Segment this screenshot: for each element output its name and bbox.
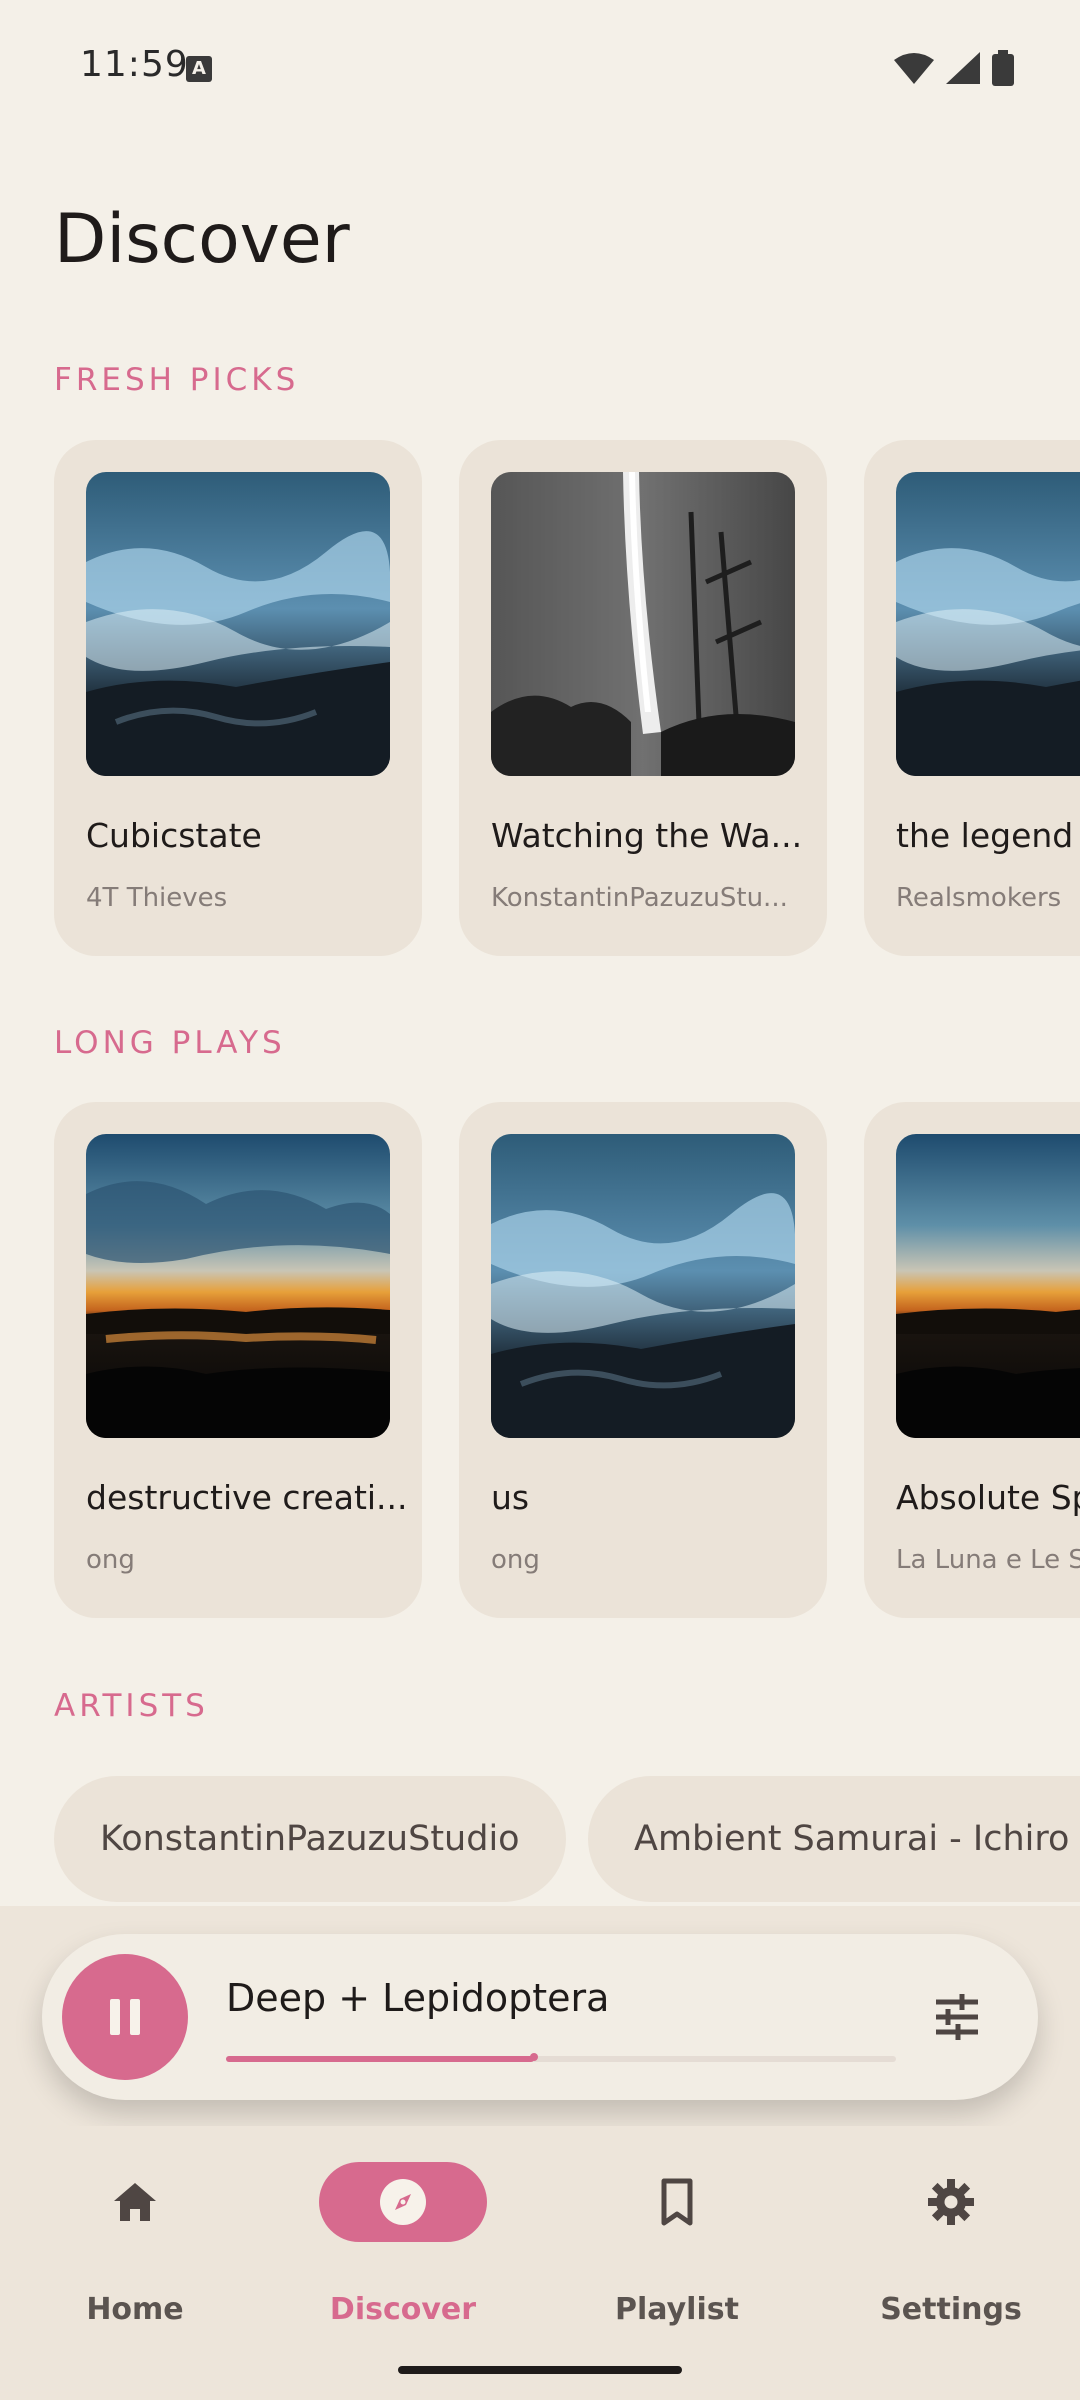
- album-artist: KonstantinPazuzuStu...: [491, 883, 788, 913]
- album-artist: Realsmokers: [896, 883, 1062, 913]
- mini-player[interactable]: Deep + Lepidoptera: [42, 1934, 1038, 2100]
- album-card[interactable]: Cubicstate 4T Thieves: [54, 440, 422, 956]
- progress-bar[interactable]: [226, 2053, 896, 2062]
- nav-item-settings[interactable]: Settings: [816, 2162, 1080, 2327]
- album-art: [86, 472, 390, 776]
- pause-button[interactable]: [62, 1954, 188, 2080]
- album-title: Absolute Sp: [896, 1478, 1080, 1517]
- nav-item-discover[interactable]: Discover: [268, 2162, 538, 2327]
- album-art: [491, 1134, 795, 1438]
- album-card[interactable]: the legend Realsmokers: [864, 440, 1080, 956]
- album-title: Cubicstate: [86, 816, 262, 855]
- fresh-picks-carousel[interactable]: Cubicstate 4T Thieves Watching the Wa...…: [54, 440, 1080, 956]
- home-icon: [114, 2183, 156, 2221]
- section-label-fresh-picks: FRESH PICKS: [54, 362, 300, 398]
- bottom-navigation: Home Discover Playlist Settings: [0, 2126, 1080, 2400]
- pause-icon: [110, 1999, 120, 2035]
- album-art: [86, 1134, 390, 1438]
- album-artist: 4T Thieves: [86, 883, 228, 913]
- section-label-artists: ARTISTS: [54, 1688, 209, 1724]
- album-title: destructive creati...: [86, 1478, 406, 1517]
- compass-icon: [380, 2179, 426, 2225]
- long-plays-carousel[interactable]: destructive creati... ong us ong Absolut…: [54, 1102, 1080, 1618]
- album-card[interactable]: Absolute Sp La Luna e Le S: [864, 1102, 1080, 1618]
- section-label-long-plays: LONG PLAYS: [54, 1025, 286, 1061]
- album-card[interactable]: us ong: [459, 1102, 827, 1618]
- nav-label: Settings: [880, 2292, 1022, 2327]
- progress-thumb[interactable]: [530, 2053, 539, 2061]
- nav-item-playlist[interactable]: Playlist: [542, 2162, 812, 2327]
- status-time: 11:59: [80, 44, 189, 85]
- nav-item-home[interactable]: Home: [0, 2162, 270, 2327]
- battery-icon: [992, 50, 1014, 86]
- bookmark-icon: [661, 2178, 693, 2226]
- album-artist: ong: [86, 1545, 135, 1575]
- signal-icon: [946, 52, 980, 84]
- wifi-icon: [894, 53, 934, 84]
- album-art: [491, 472, 795, 776]
- keyboard-indicator-icon: A: [186, 56, 212, 82]
- album-title: Watching the Wa...: [491, 816, 803, 855]
- progress-fill: [226, 2053, 539, 2062]
- gear-icon: [928, 2179, 974, 2225]
- album-artist: ong: [491, 1545, 540, 1575]
- page-title: Discover: [54, 200, 350, 279]
- album-art: [896, 472, 1080, 776]
- album-card[interactable]: Watching the Wa... KonstantinPazuzuStu..…: [459, 440, 827, 956]
- artist-chip[interactable]: KonstantinPazuzuStudio: [54, 1776, 566, 1902]
- status-bar: 11:59 A: [0, 0, 1080, 130]
- album-title: us: [491, 1478, 530, 1517]
- album-card[interactable]: destructive creati... ong: [54, 1102, 422, 1618]
- artists-carousel[interactable]: KonstantinPazuzuStudio Ambient Samurai -…: [54, 1776, 1080, 1904]
- gesture-handle[interactable]: [398, 2366, 682, 2374]
- tune-icon[interactable]: [932, 1992, 982, 2042]
- nav-label: Playlist: [615, 2292, 739, 2327]
- album-artist: La Luna e Le S: [896, 1545, 1080, 1575]
- nav-label: Home: [86, 2292, 184, 2327]
- nav-label: Discover: [329, 2292, 477, 2327]
- album-art: [896, 1134, 1080, 1438]
- now-playing-title: Deep + Lepidoptera: [226, 1976, 610, 2020]
- album-title: the legend: [896, 816, 1074, 855]
- artist-chip[interactable]: Ambient Samurai - Ichiro N: [588, 1776, 1080, 1902]
